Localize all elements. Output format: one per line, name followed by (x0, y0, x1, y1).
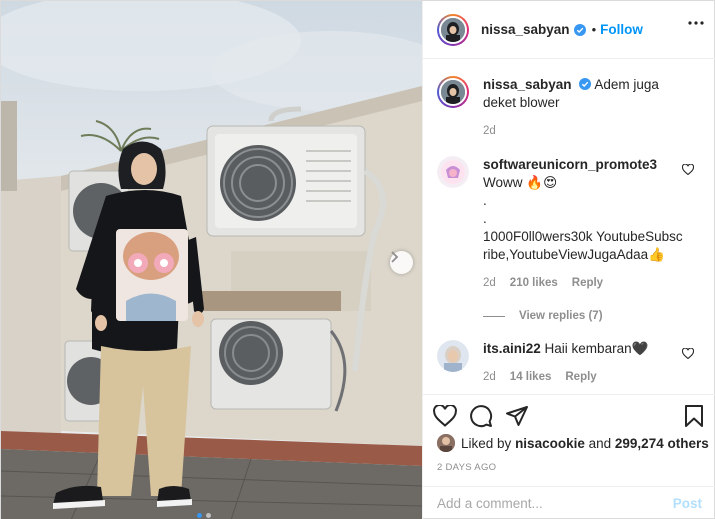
comment-text: Haii kembaran🖤 (544, 341, 649, 356)
likes-summary: Liked by nisacookie and 299,274 others (437, 434, 709, 452)
commenter-avatar[interactable] (437, 340, 469, 372)
comment-line: . (483, 193, 487, 208)
caption-row: nissa_sabyan Adem juga deket blower 2d (437, 76, 702, 140)
more-options-icon[interactable] (688, 21, 704, 25)
comment-row: its.aini22 Haii kembaran🖤 2d 14 likes Re… (437, 340, 702, 386)
comment-like-icon[interactable] (682, 164, 694, 175)
liker-avatar[interactable] (437, 434, 455, 452)
like-button[interactable] (433, 404, 457, 427)
heart-icon (433, 404, 457, 427)
author-username[interactable]: nissa_sabyan (481, 22, 570, 37)
post-side-panel: nissa_sabyan • Follow nissa_sabyan Adem … (422, 1, 715, 519)
comment-likes[interactable]: 14 likes (510, 368, 552, 386)
carousel-next-button[interactable] (390, 251, 413, 274)
comment-icon (470, 404, 493, 427)
reply-button[interactable]: Reply (572, 274, 603, 292)
comment-line: Woww 🔥😍 (483, 175, 558, 190)
add-comment-bar: Post (423, 486, 715, 519)
post-timestamp[interactable]: 2 DAYS AGO (437, 462, 496, 473)
chevron-right-icon (391, 251, 399, 263)
post-actions-bar (423, 394, 715, 436)
bookmark-icon (685, 404, 703, 427)
post-header: nissa_sabyan • Follow (423, 1, 715, 59)
comment-age[interactable]: 2d (483, 368, 496, 386)
carousel-indicator (197, 513, 211, 518)
instagram-post-modal: nissa_sabyan • Follow nissa_sabyan Adem … (0, 0, 715, 519)
post-comment-button[interactable]: Post (673, 496, 702, 511)
replies-divider (483, 315, 505, 317)
header-separator: • (591, 22, 597, 37)
photo-illustration (1, 1, 422, 519)
share-icon (506, 405, 528, 426)
likes-prefix: Liked by (461, 435, 512, 451)
comment-age[interactable]: 2d (483, 274, 496, 292)
verified-badge-icon (573, 23, 586, 36)
reply-button[interactable]: Reply (565, 368, 596, 386)
follow-button[interactable]: Follow (600, 22, 643, 37)
comment-likes[interactable]: 210 likes (510, 274, 558, 292)
carousel-dot-active (197, 513, 202, 518)
post-photo[interactable] (1, 1, 422, 519)
view-replies-button[interactable]: View replies (7) (483, 310, 702, 322)
comment-input[interactable] (437, 496, 673, 511)
author-avatar[interactable] (437, 13, 469, 46)
comment-button[interactable] (469, 404, 493, 428)
comments-list[interactable]: nissa_sabyan Adem juga deket blower 2d s… (423, 60, 715, 393)
likes-and: and (588, 435, 612, 451)
comment-row: softwareunicorn_promote3 Woww 🔥😍 . . 100… (437, 156, 702, 292)
verified-badge-icon (579, 78, 592, 90)
commenter-avatar[interactable] (437, 156, 469, 188)
caption-username[interactable]: nissa_sabyan (483, 77, 572, 92)
comment-username[interactable]: softwareunicorn_promote3 (483, 157, 657, 172)
view-replies-label: View replies (7) (519, 310, 603, 322)
comment-line: . (483, 211, 487, 226)
comment-username[interactable]: its.aini22 (483, 341, 541, 356)
comment-like-icon[interactable] (682, 348, 694, 359)
caption-author-avatar[interactable] (437, 76, 469, 108)
likes-count[interactable]: 299,274 others (615, 436, 709, 451)
comment-line: 1000F0ll0wers30k YoutubeSubscribe,Youtub… (483, 229, 683, 262)
liker-username[interactable]: nisacookie (515, 436, 585, 451)
save-button[interactable] (684, 404, 704, 427)
caption-age[interactable]: 2d (483, 122, 496, 140)
share-button[interactable] (505, 405, 529, 427)
carousel-dot (206, 513, 211, 518)
